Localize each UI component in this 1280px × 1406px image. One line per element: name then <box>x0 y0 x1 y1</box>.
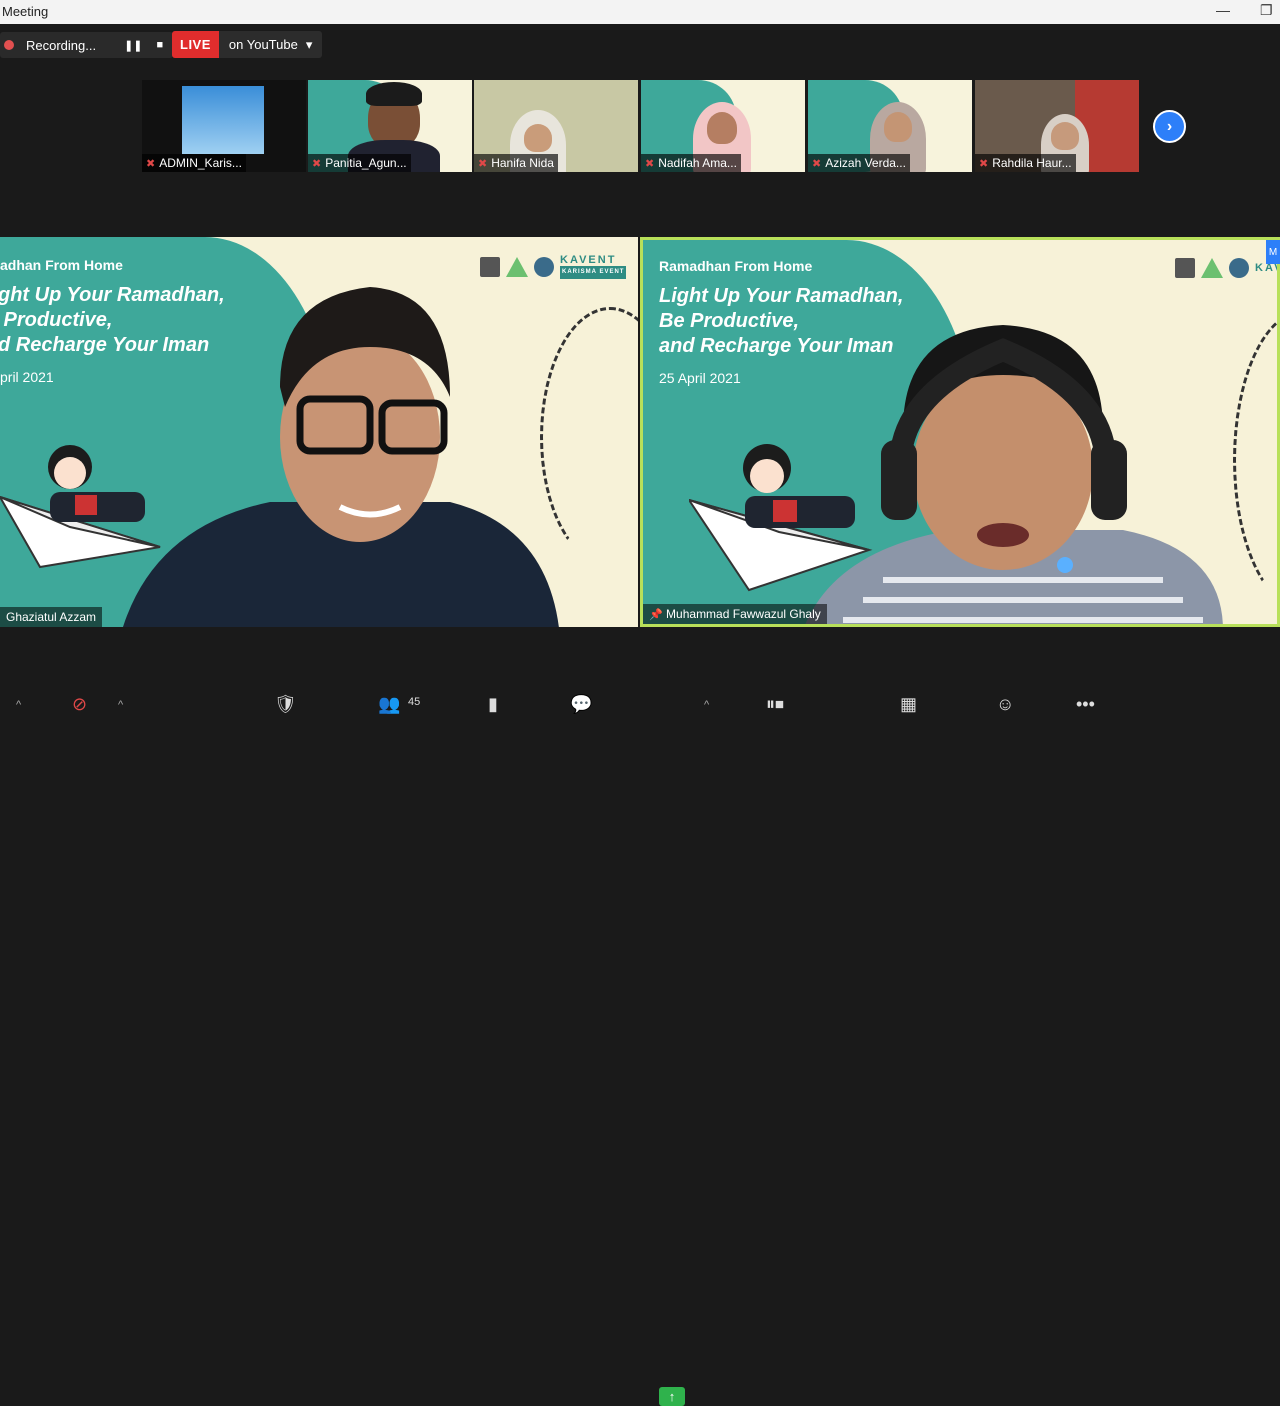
more-icon[interactable]: ••• <box>1076 694 1095 715</box>
participant-name: ADMIN_Karis... <box>159 156 242 170</box>
live-destination-label: on YouTube <box>228 37 298 52</box>
logo-icon <box>506 257 528 277</box>
mic-muted-icon: ✖ <box>312 157 322 170</box>
corner-badge[interactable]: M <box>1266 240 1280 264</box>
participant-name: Hanifa Nida <box>491 156 554 170</box>
recording-label: Recording... <box>26 37 97 53</box>
mic-muted-icon: ✖ <box>812 157 822 170</box>
next-page-button[interactable]: › <box>1153 110 1186 143</box>
pause-recording-button[interactable]: ❚❚ <box>124 39 142 52</box>
participant-name: Azizah Verda... <box>825 156 906 170</box>
chat-icon[interactable]: 💬 <box>570 694 592 715</box>
sponsor-logos: KAVENT <box>1175 258 1277 278</box>
reactions-icon[interactable]: ☺ <box>996 694 1014 715</box>
participant-thumb[interactable]: ✖ Hanifa Nida <box>474 80 638 172</box>
active-speaker-tile[interactable]: Ramadhan From Home Light Up Your Ramadha… <box>640 237 1280 627</box>
arrow-up-icon: ↑ <box>668 1389 676 1404</box>
sponsor-logos: KAVENT KARISMA EVENT <box>480 255 627 279</box>
participant-thumb[interactable]: ✖ ADMIN_Karis... <box>142 80 306 172</box>
participant-thumb[interactable]: ✖ Rahdila Haur... <box>975 80 1139 172</box>
video-tile[interactable]: adhan From Home ght Up Your Ramadhan, Pr… <box>0 237 638 627</box>
restore-button[interactable]: ❐ <box>1260 2 1273 19</box>
share-screen-button[interactable]: ↑ <box>659 1387 685 1406</box>
polls-icon[interactable]: ▮ <box>488 694 498 715</box>
mic-muted-icon: ✖ <box>478 157 488 170</box>
video-options-caret[interactable]: ^ <box>118 699 123 711</box>
participant-name: Nadifah Ama... <box>658 156 737 170</box>
live-badge: LIVE <box>172 31 219 58</box>
profile-picture <box>182 86 264 154</box>
kavent-logo: KAVENT KARISMA EVENT <box>560 255 627 279</box>
chevron-down-icon: ▾ <box>305 37 313 52</box>
stop-recording-button[interactable]: ■ <box>157 39 164 52</box>
participant-name: Muhammad Fawwazul Ghaly <box>666 607 821 621</box>
pause-record-icon[interactable]: ⏸⏹ <box>766 694 784 715</box>
live-destination[interactable]: on YouTube ▾ <box>218 31 323 58</box>
participant-thumb[interactable]: ✖ Azizah Verda... <box>808 80 972 172</box>
share-options-caret[interactable]: ^ <box>704 699 709 711</box>
mic-muted-icon: ✖ <box>979 157 989 170</box>
video-off-icon[interactable]: ⊘ <box>72 694 87 715</box>
minimize-button[interactable]: — <box>1216 2 1230 18</box>
participant-name-tag: 📌 Muhammad Fawwazul Ghaly <box>643 604 827 624</box>
recording-icon <box>4 40 14 50</box>
pin-icon: 📌 <box>649 609 663 621</box>
mic-muted-icon: ✖ <box>645 157 655 170</box>
slide-date: 25 April 2021 <box>659 370 741 386</box>
participant-name: Ghaziatul Azzam <box>0 607 103 627</box>
participants-count: 45 <box>408 696 421 708</box>
slide-subtitle: Ramadhan From Home <box>659 258 813 274</box>
breakout-rooms-icon[interactable]: ▦ <box>900 694 917 715</box>
meeting-toolbar: ^ ⊘ ^ 🛡 👥 45 ▮ 💬 ↑ ^ ⏸⏹ ▦ ☺ ••• <box>0 690 1280 1406</box>
audio-options-caret[interactable]: ^ <box>16 699 21 711</box>
window-titlebar: Meeting — ❐ <box>0 0 1280 24</box>
participant-video <box>805 325 1223 624</box>
logo-icon <box>534 257 554 277</box>
participant-video <box>123 287 559 627</box>
logo-icon <box>1229 258 1249 278</box>
logo-icon <box>1201 258 1223 278</box>
slide-date: pril 2021 <box>0 369 54 385</box>
participants-icon[interactable]: 👥 <box>378 694 400 715</box>
mic-muted-icon: ✖ <box>146 157 156 170</box>
participant-name: Panitia_Agun... <box>325 156 407 170</box>
kavent-logo: KAVENT <box>1255 261 1277 274</box>
logo-icon <box>1175 258 1195 278</box>
live-stream-indicator[interactable]: LIVE on YouTube ▾ <box>172 31 323 58</box>
recording-indicator: Recording... ❚❚ ■ <box>0 32 174 58</box>
participant-name: Rahdila Haur... <box>992 156 1072 170</box>
participant-thumb[interactable]: ✖ Nadifah Ama... <box>641 80 805 172</box>
security-icon[interactable]: 🛡 <box>274 694 297 715</box>
participant-thumb[interactable]: ✖ Panitia_Agun... <box>308 80 472 172</box>
slide-subtitle: adhan From Home <box>0 257 123 273</box>
window-title: Meeting <box>2 4 49 19</box>
logo-icon <box>480 257 500 277</box>
